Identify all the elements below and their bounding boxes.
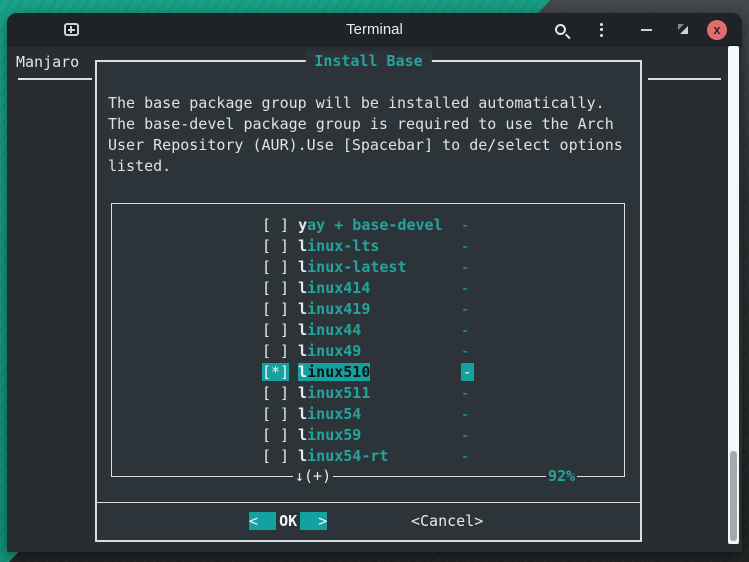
intro-line: listed. [108, 156, 633, 177]
item-label: linux511 [298, 384, 370, 402]
backtitle-separator-left [18, 78, 92, 80]
item-label: linux419 [298, 300, 370, 318]
item-description: - [461, 342, 470, 360]
item-label: linux-latest [298, 258, 406, 276]
item-description: - [461, 237, 470, 255]
intro-line: User Repository (AUR).Use [Spacebar] to … [108, 135, 633, 156]
item-description: - [461, 384, 470, 402]
item-label: linux414 [298, 279, 370, 297]
checkbox-unchecked: [ ] [262, 258, 289, 276]
checkbox-checked: [*] [262, 363, 289, 381]
button-row: < OK > <Cancel> [97, 511, 640, 532]
item-description: - [461, 405, 470, 423]
desktop-background: Terminal x Manjaro Install Base [0, 0, 749, 562]
item-label: linux44 [298, 321, 361, 339]
checkbox-unchecked: [ ] [262, 237, 289, 255]
terminal-scrollbar-track[interactable] [728, 46, 739, 544]
item-label: linux54-rt [298, 447, 388, 465]
intro-line: The base-devel package group is required… [108, 114, 633, 135]
checklist-item[interactable]: [ ] linux-lts - [112, 236, 624, 257]
checklist-item[interactable]: [ ] linux54 - [112, 404, 624, 425]
item-description: - [461, 426, 470, 444]
kernel-checklist-box: [ ] yay + base-devel-[ ] linux-lts-[ ] l… [111, 203, 625, 477]
terminal-window: Terminal x Manjaro Install Base [7, 13, 742, 552]
checklist-item[interactable]: [ ] yay + base-devel- [112, 215, 624, 236]
item-label: linux-lts [298, 237, 379, 255]
checkbox-unchecked: [ ] [262, 405, 289, 423]
checkbox-unchecked: [ ] [262, 216, 289, 234]
terminal-scrollbar-thumb[interactable] [730, 451, 737, 541]
new-tab-icon[interactable] [60, 13, 82, 46]
checklist-item[interactable]: [ ] linux54-rt - [112, 446, 624, 467]
close-icon[interactable]: x [704, 13, 730, 46]
item-description: - [461, 363, 474, 381]
item-description: - [461, 447, 470, 465]
window-titlebar: Terminal x [7, 13, 742, 46]
ok-right-arrow: > [300, 512, 327, 530]
more-below-indicator: ↓(+) [293, 466, 333, 487]
intro-line: The base package group will be installed… [108, 93, 633, 114]
checkbox-unchecked: [ ] [262, 321, 289, 339]
item-description: - [461, 279, 470, 297]
dialog-intro-text: The base package group will be installed… [108, 93, 633, 177]
item-description: - [461, 321, 470, 339]
button-separator [97, 502, 640, 503]
scroll-percent: 92% [546, 466, 577, 487]
ok-button[interactable]: < OK > [249, 511, 327, 532]
checklist-item[interactable]: [ ] linux59 - [112, 425, 624, 446]
backtitle-separator-right [648, 78, 721, 80]
checkbox-unchecked: [ ] [262, 384, 289, 402]
item-description: - [461, 216, 470, 234]
item-label: linux49 [298, 342, 361, 360]
checklist: [ ] yay + base-devel-[ ] linux-lts-[ ] l… [112, 204, 624, 467]
search-icon[interactable] [549, 13, 571, 46]
item-description: - [461, 258, 470, 276]
checklist-item[interactable]: [ ] linux44 - [112, 320, 624, 341]
item-label: linux510 [298, 363, 370, 381]
cancel-button[interactable]: <Cancel> [411, 511, 483, 532]
backtitle: Manjaro [16, 52, 79, 73]
kebab-menu-icon[interactable] [592, 13, 610, 46]
ok-button-label: OK [276, 512, 300, 530]
checkbox-unchecked: [ ] [262, 342, 289, 360]
item-label: linux54 [298, 405, 361, 423]
item-label: yay + base-devel [298, 216, 443, 234]
checklist-item[interactable]: [*] linux510 - [112, 362, 624, 383]
checklist-item[interactable]: [ ] linux49 - [112, 341, 624, 362]
checklist-item[interactable]: [ ] linux414 - [112, 278, 624, 299]
item-label: linux59 [298, 426, 361, 444]
checkbox-unchecked: [ ] [262, 279, 289, 297]
restore-icon[interactable] [673, 13, 693, 46]
ok-left-arrow: < [249, 512, 276, 530]
checkbox-unchecked: [ ] [262, 300, 289, 318]
terminal-content: Manjaro Install Base The base package gr… [7, 46, 742, 552]
dialog-title: Install Base [305, 51, 431, 72]
checkbox-unchecked: [ ] [262, 426, 289, 444]
window-title: Terminal [346, 21, 403, 38]
item-description: - [461, 300, 470, 318]
checklist-item[interactable]: [ ] linux511 - [112, 383, 624, 404]
checkbox-unchecked: [ ] [262, 447, 289, 465]
checklist-item[interactable]: [ ] linux-latest - [112, 257, 624, 278]
checklist-item[interactable]: [ ] linux419 - [112, 299, 624, 320]
install-base-dialog: Install Base The base package group will… [95, 60, 642, 542]
minimize-icon[interactable] [635, 13, 657, 46]
